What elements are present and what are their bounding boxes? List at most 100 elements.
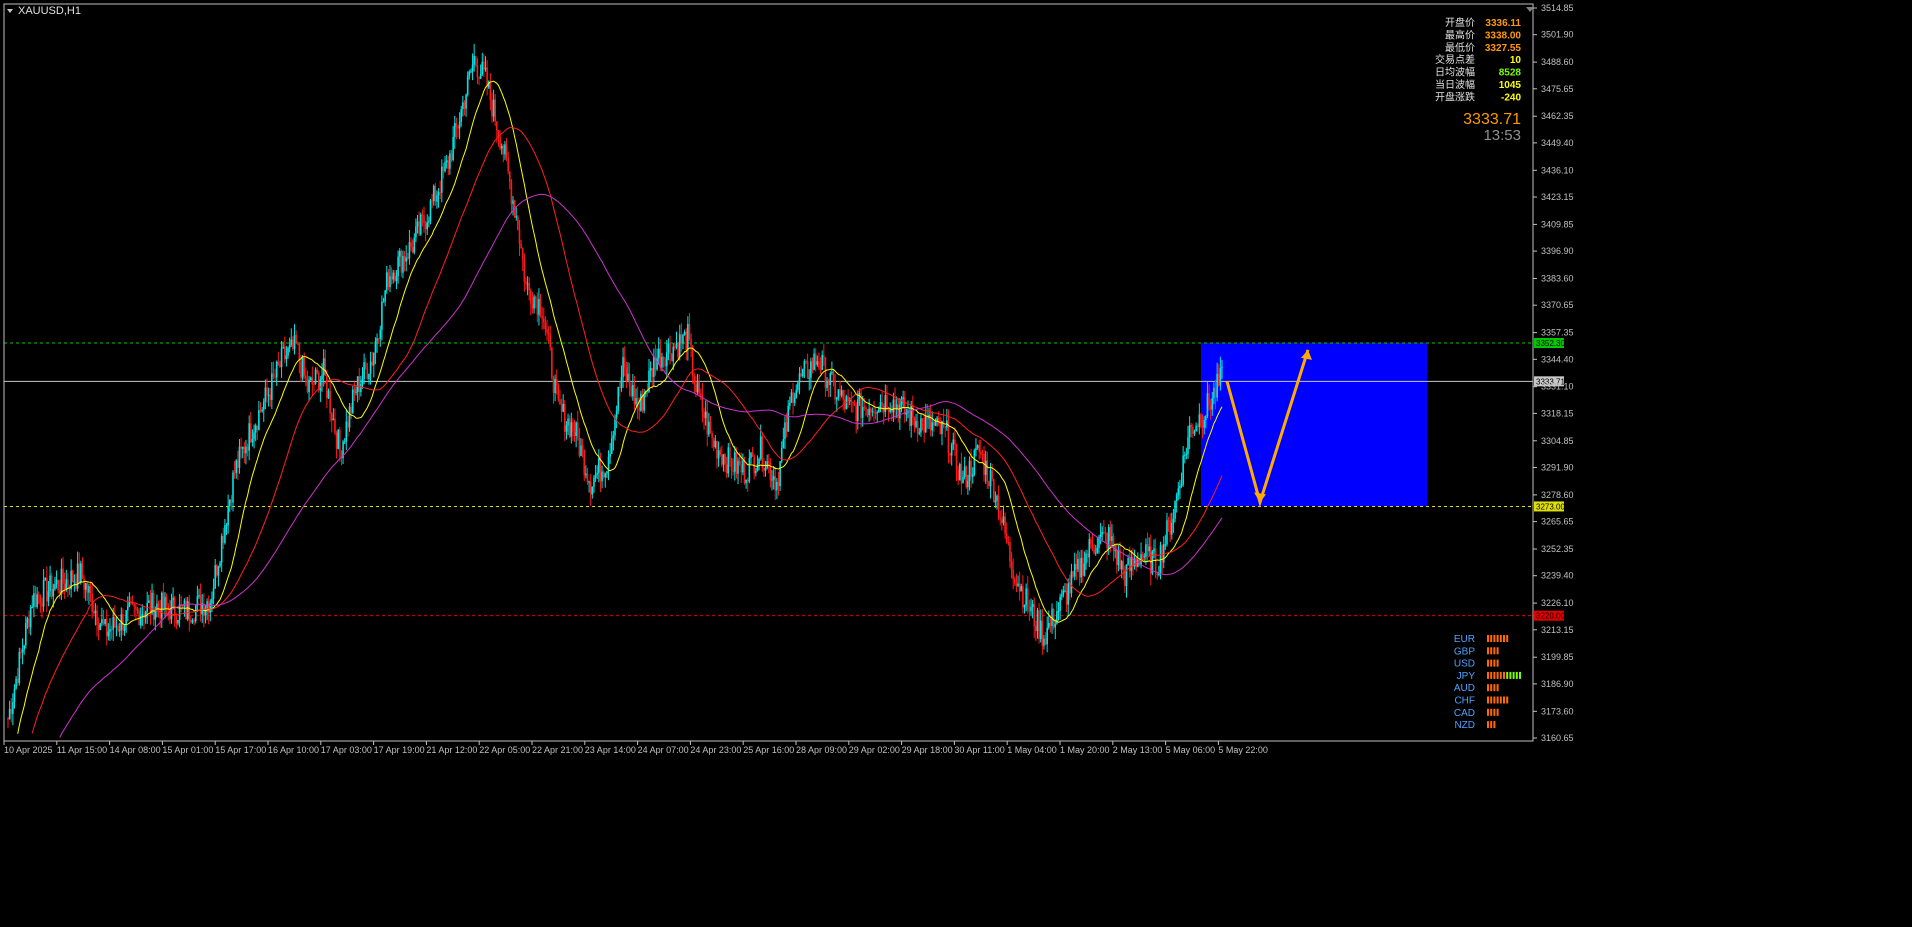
- candle-body: [468, 71, 471, 76]
- price-tag-label: 3220.00: [1536, 612, 1565, 621]
- candle-body: [732, 470, 734, 472]
- strength-bar: [1487, 721, 1489, 729]
- candle-body: [1208, 393, 1210, 406]
- candle-body: [62, 568, 64, 584]
- candle-body: [988, 481, 990, 487]
- strength-bar: [1493, 708, 1496, 716]
- candle-body: [1209, 405, 1212, 410]
- strength-bar: [1487, 671, 1489, 679]
- candle-body: [437, 192, 440, 196]
- candle-body: [915, 420, 917, 428]
- candle-body: [623, 357, 626, 368]
- candle-body: [615, 410, 618, 418]
- candle-body: [227, 506, 229, 526]
- candle-body: [407, 257, 409, 259]
- candle-body: [1188, 425, 1191, 438]
- candle-body: [738, 460, 741, 465]
- x-tick-label: 2 May 13:00: [1113, 745, 1163, 755]
- candle-body: [219, 562, 221, 567]
- candle-body: [185, 600, 187, 620]
- candle-body: [997, 495, 1000, 518]
- y-tick-label: 3173.60: [1541, 706, 1574, 716]
- x-tick-label: 23 Apr 14:00: [585, 745, 636, 755]
- candle-body: [424, 223, 427, 230]
- candle-body: [565, 425, 568, 432]
- candle-body: [394, 272, 396, 281]
- candle-body: [104, 619, 106, 625]
- candle-body: [857, 399, 859, 422]
- candle-body: [96, 610, 98, 625]
- candle-body: [1117, 549, 1120, 566]
- candle-body: [366, 368, 369, 380]
- candle-body: [279, 364, 281, 367]
- candle-body: [1073, 564, 1076, 577]
- x-tick-label: 25 Apr 16:00: [743, 745, 794, 755]
- candle-body: [1164, 544, 1167, 546]
- candle-body: [457, 126, 459, 129]
- candle-body: [578, 437, 581, 456]
- candle-body: [960, 463, 963, 484]
- candle-body: [419, 214, 422, 235]
- strength-bar: [1490, 671, 1493, 679]
- candle-body: [814, 353, 817, 365]
- candle-body: [525, 281, 527, 284]
- info-value: 8528: [1499, 68, 1522, 79]
- candle-body: [963, 466, 966, 477]
- candle-body: [602, 471, 605, 478]
- candle-body: [389, 276, 391, 288]
- candle-body: [1205, 416, 1207, 420]
- candle-body: [183, 600, 186, 607]
- candle-body: [937, 417, 940, 424]
- candle-body: [253, 432, 255, 440]
- candle-body: [483, 61, 485, 70]
- candle-body: [86, 583, 89, 593]
- candle-body: [1141, 554, 1144, 558]
- price-chart[interactable]: 3352.30 3333.71 3273.00 3220.00 3514.85 3501…: [0, 0, 1912, 927]
- y-tick-label: 3449.40: [1541, 138, 1574, 148]
- candle-body: [555, 379, 558, 386]
- candle-body: [819, 368, 822, 370]
- y-tick-label: 3278.60: [1541, 490, 1574, 500]
- info-label: 当日波幅: [1435, 78, 1475, 91]
- candle-body: [322, 358, 325, 376]
- y-tick-label: 3436.10: [1541, 165, 1574, 175]
- candle-body: [811, 361, 814, 371]
- candle-body: [955, 444, 958, 470]
- strength-bar: [1487, 684, 1489, 692]
- candle-body: [729, 447, 731, 459]
- candle-body: [708, 421, 710, 435]
- candle-body: [1090, 539, 1092, 545]
- candle-body: [1004, 516, 1006, 534]
- candle-body: [604, 473, 607, 478]
- candle-body: [685, 331, 688, 351]
- candle-body: [449, 153, 451, 169]
- candle-body: [460, 109, 463, 122]
- candle-body: [793, 397, 796, 403]
- x-tick-label: 14 Apr 08:00: [110, 745, 161, 755]
- candle-body: [593, 477, 595, 487]
- candle-body: [1020, 586, 1023, 592]
- candle-body: [523, 259, 526, 282]
- candle-body: [562, 403, 565, 412]
- candle-body: [784, 422, 786, 440]
- candle-body: [939, 423, 942, 435]
- strength-bar: [1487, 659, 1489, 667]
- candle-body: [903, 397, 906, 415]
- candle-body: [1039, 620, 1042, 640]
- candle-body: [1128, 558, 1131, 572]
- candle-body: [908, 410, 911, 426]
- candle-body: [1203, 419, 1205, 428]
- candle-body: [1111, 536, 1113, 541]
- candle-body: [154, 609, 157, 620]
- candle-body: [193, 620, 195, 622]
- candle-body: [1007, 542, 1010, 544]
- candle-body: [931, 422, 934, 431]
- info-label: 日均波幅: [1435, 66, 1475, 79]
- candle-body: [517, 216, 519, 230]
- candle-body: [714, 440, 717, 448]
- candle-body: [871, 411, 874, 413]
- candle-body: [638, 407, 641, 411]
- x-tick-label: 5 May 22:00: [1218, 745, 1268, 755]
- projection-box[interactable]: [1201, 343, 1427, 507]
- x-tick-label: 29 Apr 02:00: [849, 745, 900, 755]
